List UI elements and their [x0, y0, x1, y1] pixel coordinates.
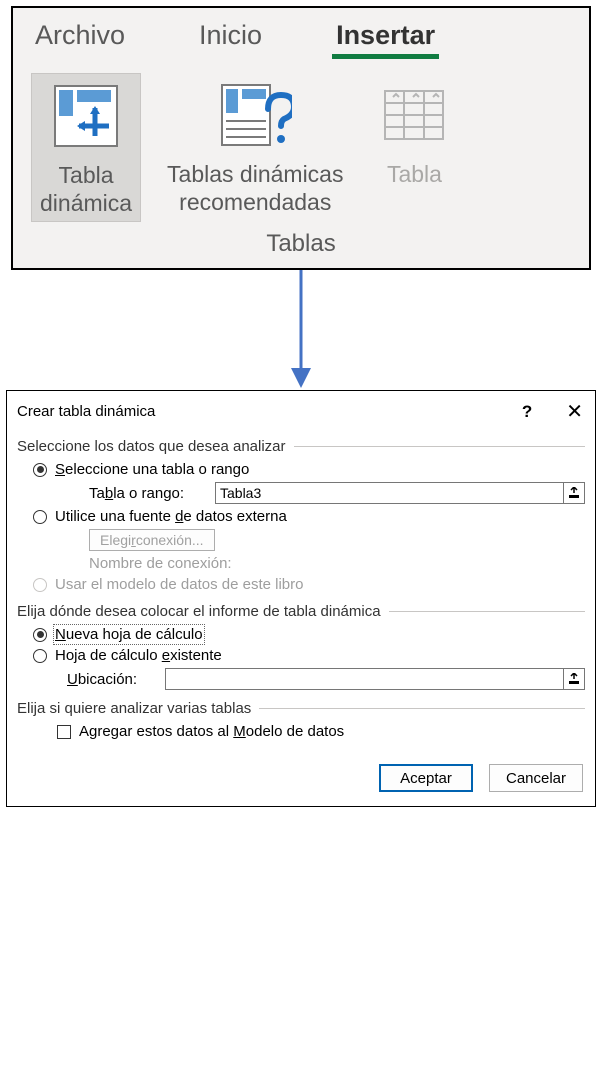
range-picker-button[interactable] — [563, 482, 585, 504]
pivot-table-button[interactable]: Tabla dinámica — [31, 73, 141, 222]
recommended-pivot-icon — [218, 79, 292, 151]
recommended-pivot-button[interactable]: Tablas dinámicas recomendadas — [159, 73, 351, 220]
option-select-range-label: Seleccione una tabla o rango — [55, 461, 249, 478]
pivot-table-icon — [49, 80, 123, 152]
location-input[interactable] — [165, 668, 563, 690]
close-button[interactable]: ✕ — [566, 399, 583, 424]
dialog-footer: Aceptar Cancelar — [7, 750, 595, 806]
help-button[interactable]: ? — [522, 402, 532, 422]
dialog-title: Crear tabla dinámica — [17, 403, 522, 420]
create-pivot-dialog: Crear tabla dinámica ? ✕ Seleccione los … — [6, 390, 596, 807]
choose-connection-button[interactable]: Elegir conexión... — [89, 529, 215, 551]
label-location: Ubicación: — [67, 671, 157, 688]
table-icon — [377, 79, 451, 151]
checkbox-add-to-model[interactable] — [57, 725, 71, 739]
option-select-range[interactable]: Seleccione una tabla o rango — [33, 461, 585, 478]
arrow-down-icon — [281, 270, 321, 390]
cancel-button[interactable]: Cancelar — [489, 764, 583, 792]
collapse-dialog-icon — [568, 673, 580, 685]
range-input[interactable]: Tabla3 — [215, 482, 563, 504]
location-picker-button[interactable] — [563, 668, 585, 690]
section-placement: Elija dónde desea colocar el informe de … — [17, 603, 585, 620]
section-multiple-tables: Elija si quiere analizar varias tablas — [17, 700, 585, 717]
tab-insert[interactable]: Insertar — [332, 16, 439, 61]
option-external-source-label: Utilice una fuente de datos externa — [55, 508, 287, 525]
option-new-sheet[interactable]: Nueva hoja de cálculo — [33, 626, 585, 643]
option-use-data-model: Usar el modelo de datos de este libro — [33, 576, 585, 593]
ribbon-group-tables: Tabla dinámica Tablas dinámicas recomend… — [13, 61, 589, 228]
option-existing-sheet-label: Hoja de cálculo existente — [55, 647, 222, 664]
radio-external-source[interactable] — [33, 510, 47, 524]
ok-button[interactable]: Aceptar — [379, 764, 473, 792]
ribbon-tabs: Archivo Inicio Insertar — [13, 8, 589, 61]
option-existing-sheet[interactable]: Hoja de cálculo existente — [33, 647, 585, 664]
radio-use-data-model — [33, 578, 47, 592]
option-use-data-model-label: Usar el modelo de datos de este libro — [55, 576, 303, 593]
table-label: Tabla — [387, 161, 442, 189]
option-new-sheet-label: Nueva hoja de cálculo — [55, 626, 203, 643]
connection-name-label: Nombre de conexión: — [89, 555, 585, 572]
table-button[interactable]: Tabla — [369, 73, 459, 193]
label-range: Tabla o rango: — [89, 485, 207, 502]
ribbon-group-label: Tablas — [13, 228, 589, 268]
tab-file[interactable]: Archivo — [31, 16, 129, 61]
pivot-table-label: Tabla dinámica — [40, 162, 132, 217]
radio-new-sheet[interactable] — [33, 628, 47, 642]
radio-select-range[interactable] — [33, 463, 47, 477]
checkbox-add-to-model-row[interactable]: Agregar estos datos al Modelo de datos — [57, 723, 585, 740]
dialog-titlebar: Crear tabla dinámica ? ✕ — [7, 391, 595, 434]
flow-arrow — [281, 270, 321, 390]
tab-home[interactable]: Inicio — [195, 16, 266, 61]
recommended-pivot-label: Tablas dinámicas recomendadas — [167, 161, 343, 216]
checkbox-add-to-model-label: Agregar estos datos al Modelo de datos — [79, 723, 344, 740]
radio-existing-sheet[interactable] — [33, 649, 47, 663]
option-external-source[interactable]: Utilice una fuente de datos externa — [33, 508, 585, 525]
collapse-dialog-icon — [568, 487, 580, 499]
range-input-value: Tabla3 — [220, 485, 261, 501]
ribbon: Archivo Inicio Insertar Tabla dinámica — [11, 6, 591, 270]
section-select-data: Seleccione los datos que desea analizar — [17, 438, 585, 455]
